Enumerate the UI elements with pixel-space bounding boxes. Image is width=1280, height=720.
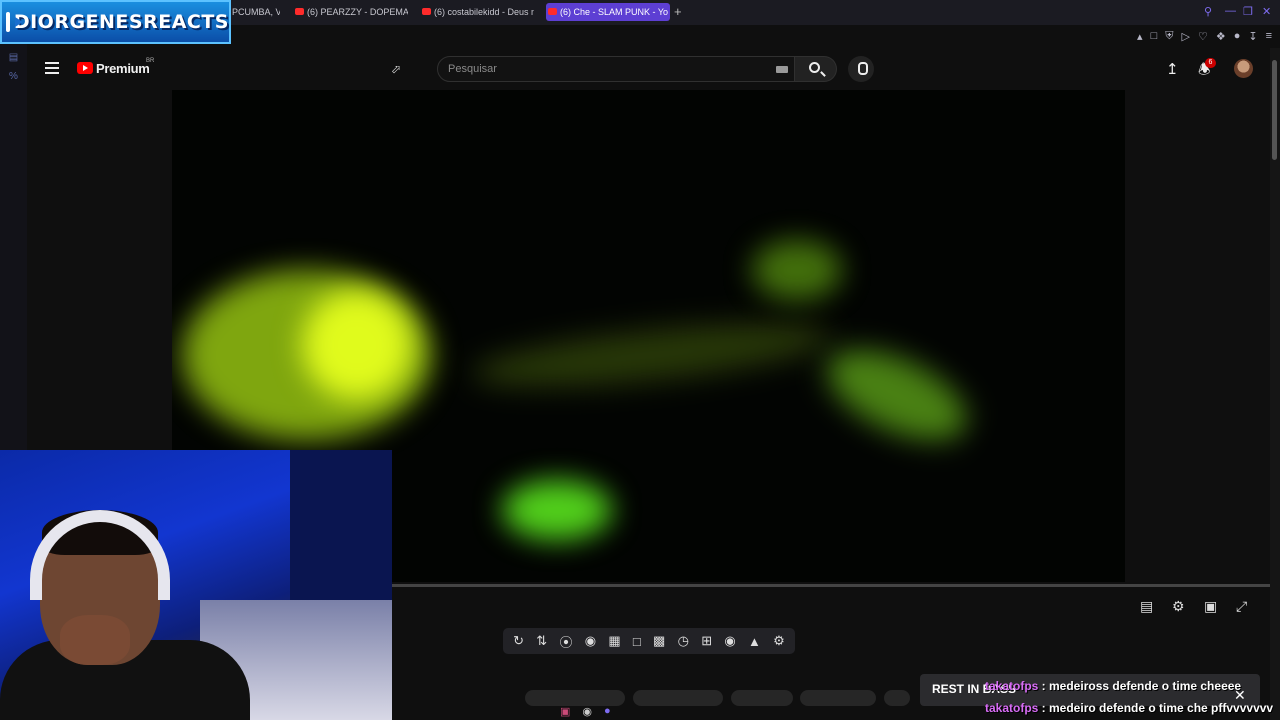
extensions-icon[interactable]: ❖ bbox=[1216, 30, 1226, 43]
profile-icon[interactable]: ● bbox=[1234, 30, 1241, 43]
video-progress-bar[interactable] bbox=[392, 584, 1270, 587]
clip-button[interactable] bbox=[731, 690, 793, 706]
chat-message: takatofps : medeiross defende o time che… bbox=[985, 679, 1241, 693]
search-input[interactable] bbox=[448, 63, 748, 75]
taskbar-icons: ▣ ◉ ● bbox=[560, 702, 640, 720]
avatar[interactable] bbox=[1234, 59, 1253, 78]
voice-search-button[interactable] bbox=[848, 56, 874, 82]
discord-icon[interactable]: ● bbox=[604, 705, 611, 717]
chrome-icon[interactable]: ◉ bbox=[582, 705, 592, 718]
youtube-icon bbox=[548, 8, 557, 15]
menu-icon[interactable] bbox=[45, 62, 59, 77]
search-button[interactable] bbox=[795, 56, 837, 82]
notification-badge: 6 bbox=[1205, 58, 1216, 68]
channel-logo-text: DIORGENESREACTS bbox=[13, 11, 229, 33]
extension-toolbar: ▴ □ ⛨ ▷ ♡ ❖ ● ↧ ≡ bbox=[1137, 30, 1272, 43]
tab-label: (6) PEARZZY - DOPEMAN bbox=[307, 7, 408, 17]
chat-username: takatofps bbox=[985, 679, 1039, 693]
particle-cloud bbox=[814, 331, 980, 459]
youtube-logo-icon[interactable] bbox=[77, 62, 93, 74]
chat-message: takatofps : medeiro defende o time che p… bbox=[985, 701, 1273, 715]
chat-text: : medeiro defende o time che pffvvvvvvv bbox=[1038, 701, 1274, 715]
tab-label: (6) Che - SLAM PUNK - Yo bbox=[560, 7, 669, 17]
particle-cloud bbox=[302, 290, 412, 400]
share-button[interactable] bbox=[633, 690, 723, 706]
close-icon[interactable]: ✕ bbox=[1262, 5, 1271, 18]
frames-icon[interactable]: ▩ bbox=[653, 633, 665, 649]
tab-label: PCUMBA, Vi bbox=[232, 7, 280, 17]
heart-icon[interactable]: ♡ bbox=[1198, 30, 1208, 43]
gear-icon[interactable]: ⚙ bbox=[773, 633, 785, 649]
scroll-thumb[interactable] bbox=[1272, 60, 1277, 160]
sort-icon[interactable]: ⇅ bbox=[536, 633, 547, 649]
speed-icon[interactable]: ◷ bbox=[678, 633, 689, 649]
youtube-brand[interactable]: Premium bbox=[96, 61, 150, 76]
youtube-masthead: Premium BR ⬀ ↥ 🕭 6 bbox=[27, 48, 1270, 90]
shield-icon[interactable]: ⛨ bbox=[1165, 30, 1173, 43]
play-icon[interactable]: ▷ bbox=[1181, 30, 1189, 43]
browser-tab[interactable]: PCUMBA, Vi bbox=[232, 3, 280, 21]
menu-icon[interactable]: ≡ bbox=[1266, 30, 1272, 43]
page-scrollbar[interactable] bbox=[1270, 48, 1280, 720]
streamer-webcam bbox=[0, 450, 392, 720]
miniplayer-icon[interactable]: ▣ bbox=[1204, 598, 1217, 615]
watch-icon[interactable]: ◉ bbox=[585, 633, 596, 649]
tab-label: (6) costabilekidd - Deus n bbox=[434, 7, 534, 17]
play-icon bbox=[6, 12, 23, 32]
subtitles-icon[interactable]: ▤ bbox=[1140, 598, 1153, 615]
save-button[interactable] bbox=[800, 690, 876, 706]
webcam-wall bbox=[290, 450, 392, 600]
flask-icon[interactable]: ▲ bbox=[748, 634, 761, 649]
search-icon bbox=[809, 62, 820, 73]
particle-cloud bbox=[470, 311, 834, 399]
more-button[interactable] bbox=[884, 690, 910, 706]
particle-cloud bbox=[502, 480, 612, 540]
browser-tab[interactable]: (6) costabilekidd - Deus n bbox=[420, 3, 534, 21]
aspect-icon[interactable]: □ bbox=[633, 634, 641, 649]
keyboard-icon[interactable] bbox=[776, 66, 788, 73]
add-icon[interactable]: ⊞ bbox=[701, 633, 712, 649]
camera-icon[interactable]: ◉ bbox=[724, 633, 735, 649]
loop-icon[interactable]: ↻ bbox=[513, 633, 524, 649]
film-icon[interactable]: ▦ bbox=[608, 633, 620, 649]
restore-icon[interactable]: ❐ bbox=[1243, 5, 1253, 18]
chat-text: : medeiross defende o time cheeee bbox=[1038, 679, 1242, 693]
country-code: BR bbox=[146, 58, 155, 64]
sidebar-percent-icon[interactable]: % bbox=[0, 71, 27, 82]
download-icon[interactable]: ↧ bbox=[1248, 30, 1257, 43]
screenshot-icon[interactable]: □ bbox=[1151, 30, 1158, 43]
youtube-icon bbox=[422, 8, 431, 15]
app-icon[interactable]: ▣ bbox=[560, 705, 570, 718]
chat-username: takatofps bbox=[985, 701, 1039, 715]
search-icon[interactable]: ⚲ bbox=[1204, 5, 1212, 18]
minimize-icon[interactable]: — bbox=[1225, 5, 1236, 17]
webcam-person-hand bbox=[60, 615, 130, 665]
browser-sidebar: ▤ % bbox=[0, 44, 27, 450]
particle-cloud bbox=[752, 240, 842, 300]
pin-icon[interactable]: ▴ bbox=[1137, 30, 1143, 43]
plus-icon[interactable]: + bbox=[674, 4, 682, 19]
search-box bbox=[437, 56, 795, 82]
youtube-icon bbox=[295, 8, 304, 15]
channel-logo-overlay: DIORGENESREACTS bbox=[0, 0, 231, 44]
browser-tab-active[interactable]: (6) Che - SLAM PUNK - Yo bbox=[546, 3, 670, 21]
sidebar-panel-icon[interactable]: ▤ bbox=[0, 52, 27, 63]
upload-icon[interactable]: ↥ bbox=[1166, 60, 1179, 78]
mouse-cursor-icon: ⬀ bbox=[391, 62, 402, 76]
broadcast-icon[interactable]: ⦿ bbox=[559, 632, 572, 651]
video-tools-bar: ↻ ⇅ ⦿ ◉ ▦ □ ▩ ◷ ⊞ ◉ ▲ ⚙ bbox=[503, 628, 795, 654]
fullscreen-icon[interactable]: ⤢ bbox=[1236, 598, 1247, 615]
browser-tab[interactable]: (6) PEARZZY - DOPEMAN bbox=[293, 3, 408, 21]
settings-gear-icon[interactable]: ⚙ bbox=[1172, 598, 1185, 615]
